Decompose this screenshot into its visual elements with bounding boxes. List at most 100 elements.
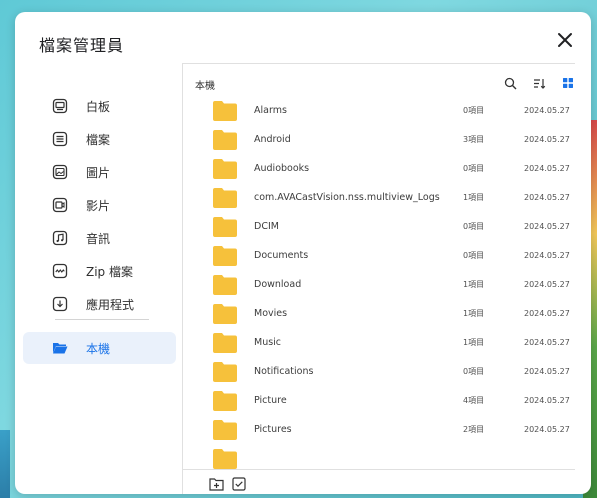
item-count: 0項目: [463, 251, 485, 260]
folder-icon: [213, 448, 237, 469]
item-count: 0項目: [463, 106, 485, 115]
folder-icon: [213, 245, 237, 266]
list-item[interactable]: Notifications 0項目 2024.05.27: [183, 357, 591, 386]
item-count: 1項目: [463, 193, 485, 202]
sort-icon: [533, 78, 545, 89]
sidebar-item-zip[interactable]: Zip 檔案: [23, 255, 176, 287]
grid-view-icon: [563, 78, 573, 88]
file-browser: 本機 Alarms 0項目 2024.05.27 Android 3項目 202…: [183, 64, 591, 494]
item-count: 2項目: [463, 425, 485, 434]
modified-date: 2024.05.27: [524, 396, 570, 405]
sidebar-item-audio[interactable]: 音訊: [23, 222, 176, 254]
sidebar-item-videos[interactable]: 影片: [23, 189, 176, 221]
item-count: 0項目: [463, 222, 485, 231]
sidebar-item-label: 影片: [86, 198, 111, 213]
sidebar-item-local[interactable]: 本機: [23, 332, 176, 364]
folder-icon: [213, 274, 237, 295]
app-download-icon: [51, 295, 69, 313]
video-icon: [51, 196, 69, 214]
sidebar-divider: [55, 319, 149, 320]
dialog-title: 檔案管理員: [39, 36, 125, 55]
list-item[interactable]: Android 3項目 2024.05.27: [183, 125, 591, 154]
background-wallpaper-left: [0, 430, 10, 498]
modified-date: 2024.05.27: [524, 106, 570, 115]
new-folder-button[interactable]: [207, 475, 225, 493]
modified-date: 2024.05.27: [524, 425, 570, 434]
sidebar-item-apps[interactable]: 應用程式: [23, 288, 176, 320]
modified-date: 2024.05.27: [524, 222, 570, 231]
select-checkbox-icon: [232, 477, 246, 491]
file-name: Music: [254, 337, 282, 348]
sidebar-item-label: 檔案: [86, 132, 111, 147]
folder-icon: [213, 216, 237, 237]
sidebar-item-documents[interactable]: 檔案: [23, 123, 176, 155]
modified-date: 2024.05.27: [524, 309, 570, 318]
list-item[interactable]: Documents 0項目 2024.05.27: [183, 241, 591, 270]
folder-icon: [213, 129, 237, 150]
item-count: 0項目: [463, 367, 485, 376]
sidebar-item-label: 音訊: [86, 231, 111, 246]
file-name: Picture: [254, 395, 287, 406]
list-item[interactable]: Picture 4項目 2024.05.27: [183, 386, 591, 415]
item-count: 1項目: [463, 309, 485, 318]
list-item[interactable]: Audiobooks 0項目 2024.05.27: [183, 154, 591, 183]
file-name: Alarms: [254, 105, 287, 116]
modified-date: 2024.05.27: [524, 193, 570, 202]
folder-icon: [213, 158, 237, 179]
file-name: Pictures: [254, 424, 292, 435]
audio-icon: [51, 229, 69, 247]
modified-date: 2024.05.27: [524, 135, 570, 144]
sidebar-item-label: 圖片: [86, 165, 111, 180]
folder-icon: [213, 332, 237, 353]
sidebar-item-whiteboard[interactable]: 白板: [23, 90, 176, 122]
grid-view-button[interactable]: [559, 74, 577, 92]
file-name: Documents: [254, 250, 309, 261]
folder-icon: [213, 419, 237, 440]
list-item[interactable]: Music 1項目 2024.05.27: [183, 328, 591, 357]
item-count: 1項目: [463, 280, 485, 289]
select-mode-button[interactable]: [230, 475, 248, 493]
folder-icon: [213, 361, 237, 382]
close-icon: [558, 33, 572, 47]
list-item[interactable]: com.AVACastVision.nss.multiview_Logs 1項目…: [183, 183, 591, 212]
file-manager-dialog: 檔案管理員 白板 檔案 圖片 影片 音訊 Zip 檔案 應用程式 本機 本機 A…: [15, 12, 591, 494]
modified-date: 2024.05.27: [524, 164, 570, 173]
sort-button[interactable]: [530, 74, 548, 92]
list-item[interactable]: Alarms 0項目 2024.05.27: [183, 96, 591, 125]
breadcrumb: 本機: [195, 81, 215, 92]
search-button[interactable]: [501, 74, 519, 92]
file-name: Audiobooks: [254, 163, 310, 174]
sidebar-item-label: 應用程式: [86, 297, 135, 312]
list-item[interactable]: Movies 1項目 2024.05.27: [183, 299, 591, 328]
modified-date: 2024.05.27: [524, 367, 570, 376]
image-icon: [51, 163, 69, 181]
folder-icon: [213, 187, 237, 208]
list-item[interactable]: Download 1項目 2024.05.27: [183, 270, 591, 299]
item-count: 1項目: [463, 338, 485, 347]
modified-date: 2024.05.27: [524, 251, 570, 260]
folder-icon: [213, 303, 237, 324]
folder-open-icon: [51, 339, 69, 357]
sidebar-item-label: 本機: [86, 341, 111, 356]
close-button[interactable]: [551, 26, 579, 54]
sidebar-item-images[interactable]: 圖片: [23, 156, 176, 188]
whiteboard-icon: [51, 97, 69, 115]
search-icon: [504, 77, 516, 89]
folder-icon: [213, 390, 237, 411]
file-name: Android: [254, 134, 291, 145]
file-name: Notifications: [254, 366, 314, 377]
list-item[interactable]: Pictures 2項目 2024.05.27: [183, 415, 591, 444]
folder-icon: [213, 100, 237, 121]
file-name: Download: [254, 279, 302, 290]
list-item[interactable]: DCIM 0項目 2024.05.27: [183, 212, 591, 241]
modified-date: 2024.05.27: [524, 338, 570, 347]
new-folder-icon: [208, 478, 224, 491]
document-icon: [51, 130, 69, 148]
sidebar-item-label: Zip 檔案: [86, 264, 133, 279]
file-name: Movies: [254, 308, 288, 319]
file-list: Alarms 0項目 2024.05.27 Android 3項目 2024.0…: [183, 96, 591, 469]
modified-date: 2024.05.27: [524, 280, 570, 289]
list-item[interactable]: [183, 444, 591, 469]
file-name: com.AVACastVision.nss.multiview_Logs: [254, 192, 440, 203]
file-name: DCIM: [254, 221, 279, 232]
